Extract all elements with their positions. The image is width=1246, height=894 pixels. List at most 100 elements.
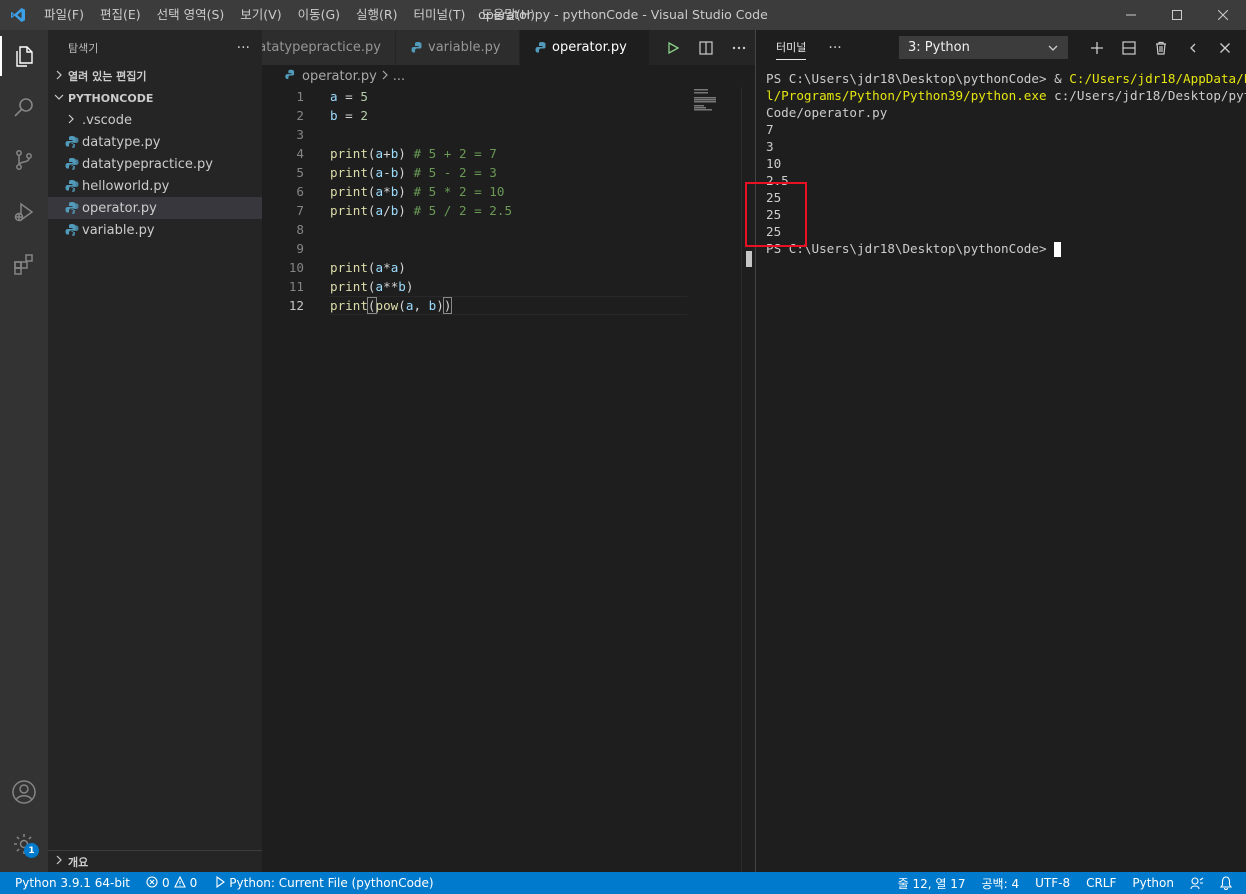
breadcrumb-file[interactable]: operator.py [302, 69, 377, 84]
python-file-icon [64, 222, 80, 238]
problems-indicator[interactable]: 0 0 [138, 875, 205, 891]
file-label: datatype.py [82, 134, 161, 150]
file-item-datatypepractice[interactable]: datatypepractice.py [48, 153, 262, 175]
python-interpreter[interactable]: Python 3.9.1 64-bit [0, 876, 138, 890]
search-icon[interactable] [0, 82, 48, 134]
run-config-label: Python: Current File (pythonCode) [229, 876, 434, 890]
tab-label: datatypepractice.py [262, 40, 381, 55]
language-mode[interactable]: Python [1124, 876, 1182, 890]
file-item-helloworld[interactable]: helloworld.py [48, 175, 262, 197]
chevron-right-icon [66, 113, 82, 128]
prompt-text: PS C:\Users\jdr18\Desktop\pythonCode> & [766, 71, 1070, 86]
line-code: print(a*b) # 5 * 2 = 10 [330, 184, 505, 199]
activity-bar: 1 [0, 30, 48, 872]
menu-edit[interactable]: 편집(E) [92, 0, 149, 30]
more-actions-icon[interactable] [722, 30, 755, 65]
python-file-icon [534, 40, 550, 56]
terminal-output[interactable]: PS C:\Users\jdr18\Desktop\pythonCode> & … [766, 70, 1246, 257]
source-control-icon[interactable] [0, 134, 48, 186]
tab-label: operator.py [552, 40, 627, 55]
file-label: operator.py [82, 200, 157, 216]
maximize-button[interactable] [1154, 0, 1200, 30]
outline-section[interactable]: 개요 [48, 850, 262, 872]
breadcrumb: operator.py ... [262, 65, 755, 87]
line-code: print(a*a) [330, 260, 406, 275]
code-line: 6 print(a*b) # 5 * 2 = 10 [262, 182, 755, 201]
output-line: 3 [766, 139, 774, 154]
code-line: 2 b = 2 [262, 106, 755, 125]
minimap[interactable] [692, 87, 742, 117]
line-number: 1 [296, 89, 304, 104]
line-ending[interactable]: CRLF [1078, 876, 1124, 890]
warning-count: 0 [189, 876, 198, 890]
chevron-right-icon [54, 855, 68, 868]
minimize-button[interactable] [1108, 0, 1154, 30]
folder-label: .vscode [82, 112, 132, 128]
split-terminal-icon[interactable] [1113, 36, 1145, 59]
extensions-icon[interactable] [0, 238, 48, 290]
cursor-position[interactable]: 줄 12, 열 17 [890, 875, 974, 892]
editor-scrollbar[interactable] [741, 87, 755, 872]
menu-view[interactable]: 보기(V) [232, 0, 289, 30]
indentation[interactable]: 공백: 4 [974, 875, 1028, 892]
status-right: 줄 12, 열 17 공백: 4 UTF-8 CRLF Python [890, 875, 1246, 892]
line-code: b = 2 [330, 108, 368, 123]
menu-bar: 파일(F) 편집(E) 선택 영역(S) 보기(V) 이동(G) 실행(R) 터… [36, 0, 543, 30]
python-file-icon [64, 156, 80, 172]
file-item-operator[interactable]: operator.py [48, 197, 262, 219]
line-number: 7 [296, 203, 304, 218]
open-editors-label: 열려 있는 편집기 [68, 70, 147, 83]
close-window-button[interactable] [1200, 0, 1246, 30]
tab-terminal[interactable]: 터미널 [776, 35, 807, 60]
project-section[interactable]: PYTHONCODE [48, 87, 262, 109]
file-item-variable[interactable]: variable.py [48, 219, 262, 241]
menu-help[interactable]: 도움말(H) [473, 0, 543, 30]
line-number: 8 [296, 222, 304, 237]
menu-file[interactable]: 파일(F) [36, 0, 92, 30]
menu-terminal[interactable]: 터미널(T) [406, 0, 474, 30]
explorer-icon[interactable] [0, 30, 48, 82]
title-bar: 파일(F) 편집(E) 선택 영역(S) 보기(V) 이동(G) 실행(R) 터… [0, 0, 1246, 30]
feedback-icon[interactable] [1182, 876, 1212, 890]
breadcrumb-more[interactable]: ... [393, 69, 405, 84]
terminal-more-button[interactable]: ··· [828, 40, 841, 56]
code-editor[interactable]: 1a = 5 2b = 2 3 4 print(a+b) # 5 + 2 = 7 … [262, 87, 755, 872]
run-debug-icon[interactable] [0, 186, 48, 238]
tab-operator[interactable]: operator.py [520, 30, 650, 65]
chevron-down-icon [1047, 42, 1059, 58]
open-editors-section[interactable]: 열려 있는 편집기 [48, 65, 262, 87]
terminal-cursor [1054, 242, 1062, 257]
encoding[interactable]: UTF-8 [1027, 876, 1078, 890]
gear-icon[interactable]: 1 [0, 818, 48, 870]
code-line: 9 [262, 239, 755, 258]
terminal-shell-select[interactable]: 3: Python [899, 36, 1068, 59]
status-bar: Python 3.9.1 64-bit 0 0 Python: Current … [0, 872, 1246, 894]
close-panel-icon[interactable] [1209, 36, 1241, 59]
python-file-icon [410, 40, 426, 56]
line-number: 10 [288, 260, 304, 275]
debug-icon [213, 875, 226, 891]
chevron-left-icon[interactable] [1177, 36, 1209, 59]
chevron-down-icon [54, 92, 68, 105]
run-configuration[interactable]: Python: Current File (pythonCode) [205, 875, 441, 891]
split-editor-icon[interactable] [689, 30, 722, 65]
folder-vscode[interactable]: .vscode [48, 109, 262, 131]
notifications-bell-icon[interactable] [1212, 876, 1246, 890]
line-number: 11 [288, 279, 304, 294]
tab-datatypepractice[interactable]: datatypepractice.py [262, 30, 396, 65]
menu-go[interactable]: 이동(G) [290, 0, 348, 30]
line-number: 9 [296, 241, 304, 256]
trash-icon[interactable] [1145, 36, 1177, 59]
python-file-icon [64, 200, 80, 216]
sidebar-more-button[interactable]: ··· [237, 40, 250, 56]
new-terminal-icon[interactable] [1081, 36, 1113, 59]
project-label: PYTHONCODE [68, 91, 154, 105]
file-item-datatype[interactable]: datatype.py [48, 131, 262, 153]
tab-variable[interactable]: variable.py [396, 30, 520, 65]
menu-run[interactable]: 실행(R) [348, 0, 405, 30]
run-python-file-icon[interactable] [656, 30, 689, 65]
account-icon[interactable] [0, 766, 48, 818]
menu-selection[interactable]: 선택 영역(S) [149, 0, 233, 30]
shell-select-value: 3: Python [908, 40, 970, 55]
output-line: 10 [766, 156, 782, 171]
